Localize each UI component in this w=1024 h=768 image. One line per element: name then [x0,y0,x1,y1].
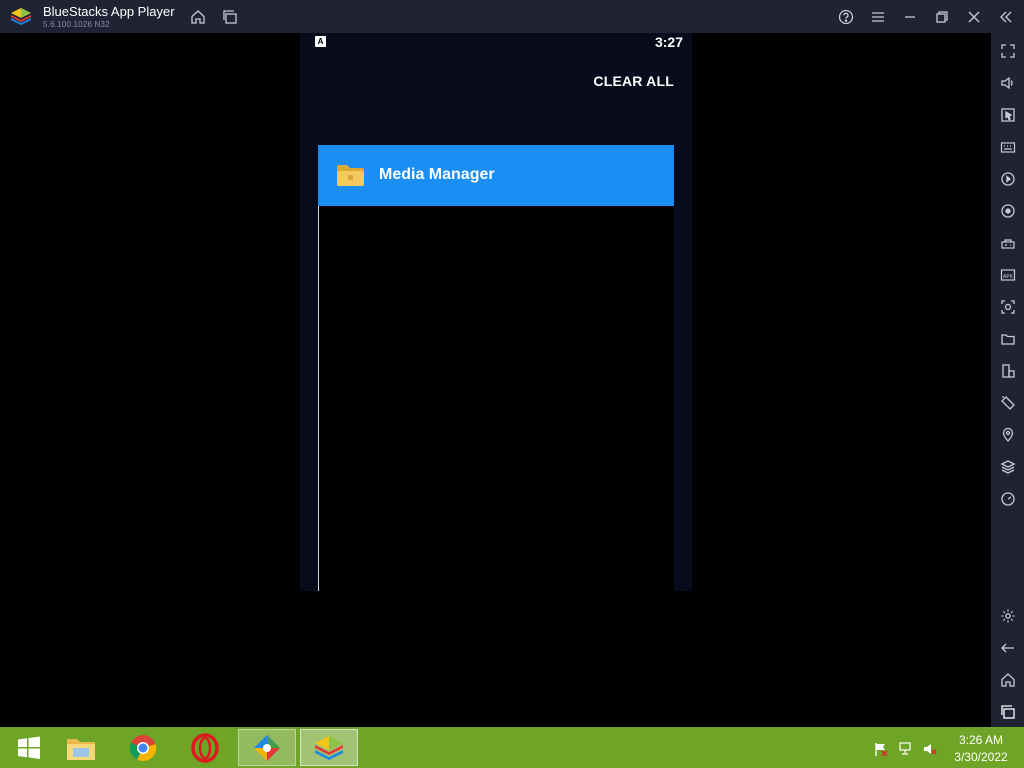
taskbar-chrome[interactable] [114,729,172,766]
collapse-sidebar-icon [1000,11,1012,23]
recent-app-card-header[interactable]: Media Manager [318,145,674,206]
multi-instance-icon [1001,363,1015,378]
macro-button[interactable] [997,200,1018,221]
location-button[interactable] [997,424,1018,445]
android-back-button[interactable] [997,637,1018,658]
performance-button[interactable] [997,488,1018,509]
cursor-button[interactable] [997,104,1018,125]
restore-button[interactable] [931,6,953,28]
recent-app-label: Media Manager [379,166,495,183]
action-center-flag-icon[interactable] [873,741,889,757]
minimize-button[interactable] [899,6,921,28]
settings-button[interactable] [997,605,1018,626]
taskbar-multi-instance-manager[interactable] [238,729,296,766]
folder-button[interactable] [997,328,1018,349]
windows-taskbar: 3:26 AM 3/30/2022 [0,727,1024,768]
multi-instance-manager-icon [254,734,280,761]
keyboard-button[interactable] [997,136,1018,157]
fullscreen-icon [1000,43,1015,58]
opera-icon [191,732,219,763]
folder-icon [337,165,364,186]
multi-instance-button[interactable] [219,6,241,28]
bluestacks-logo-icon [11,8,31,25]
bluestacks-icon [315,735,343,760]
android-recents-button[interactable] [997,701,1018,722]
home-icon [191,10,205,24]
android-screen: A 3:27 CLEAR ALL Media Manager [0,33,991,727]
screenshot-button[interactable] [997,296,1018,317]
tray-clock-time[interactable]: 3:26 AM [950,733,1012,747]
taskbar-bluestacks[interactable] [300,729,358,766]
settings-icon [1001,609,1014,622]
restore-icon [936,11,948,23]
home-button[interactable] [187,6,209,28]
chrome-icon [129,734,157,761]
multi-instance-sidebar-button[interactable] [997,360,1018,381]
keyboard-icon [1000,141,1015,153]
android-home-button[interactable] [997,669,1018,690]
status-clock: 3:27 [654,34,683,50]
cursor-icon [1000,107,1015,122]
menu-button[interactable] [867,6,889,28]
sidebar: APK [991,33,1024,727]
layers-icon [1000,459,1015,474]
recents-icon [1000,704,1015,719]
back-icon [1000,643,1014,652]
volume-button[interactable] [997,72,1018,93]
app-title: BlueStacks App Player [43,4,175,19]
record-button[interactable] [997,168,1018,189]
recents-screen: A 3:27 CLEAR ALL Media Manager [300,33,692,591]
minimize-icon [905,16,915,18]
menu-icon [872,12,884,22]
location-icon [1002,427,1013,442]
home-icon [1000,672,1015,687]
windows-start-icon [18,736,40,759]
svg-text:APK: APK [1002,274,1013,280]
apk-icon: APK [1000,268,1015,281]
collapse-sidebar-button[interactable] [995,6,1017,28]
title-bar: BlueStacks App Player 5.6.100.1026 N32 [0,0,1024,33]
folder-icon [1000,333,1015,345]
apk-button[interactable]: APK [997,264,1018,285]
gamepad-button[interactable] [997,232,1018,253]
help-icon [838,9,854,25]
gamepad-icon [1000,238,1015,249]
help-button[interactable] [835,6,857,28]
tray-clock-date[interactable]: 3/30/2022 [950,750,1012,764]
screenshot-icon [1000,299,1015,314]
close-button[interactable] [963,6,985,28]
file-explorer-icon [67,738,95,760]
network-icon[interactable] [898,741,914,757]
performance-icon [1000,491,1015,506]
macro-icon [1000,203,1015,218]
recent-app-card-preview[interactable] [318,206,674,591]
start-button[interactable] [0,729,58,766]
fullscreen-button[interactable] [997,40,1018,61]
rotate-button[interactable] [997,392,1018,413]
volume-icon [1000,76,1013,89]
status-notification-badge: A [315,36,326,47]
multi-instance-icon [223,10,237,24]
rotate-icon [1000,395,1015,410]
layers-button[interactable] [997,456,1018,477]
record-icon [1000,171,1015,186]
clear-all-button[interactable]: CLEAR ALL [593,73,674,89]
volume-muted-icon[interactable] [922,741,938,757]
close-icon [968,11,980,23]
taskbar-opera[interactable] [176,729,234,766]
taskbar-file-explorer[interactable] [52,729,110,766]
app-version: 5.6.100.1026 N32 [43,20,110,29]
